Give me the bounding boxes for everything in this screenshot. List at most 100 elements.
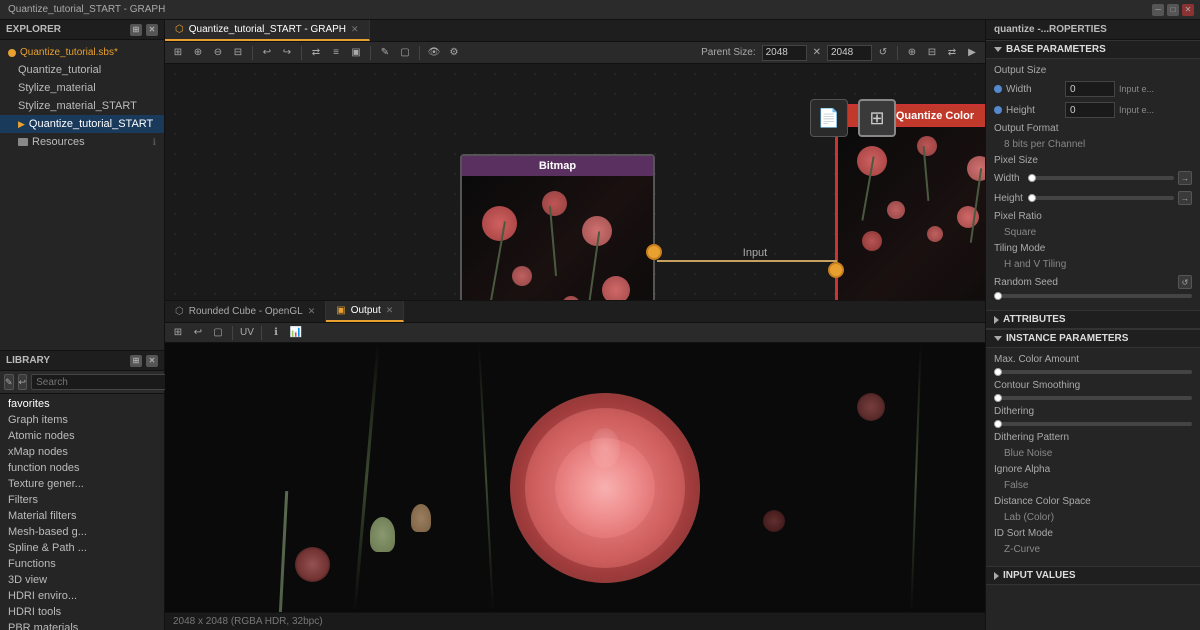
bt-btn2[interactable]: ↩ — [189, 324, 207, 342]
explorer-icon-2[interactable]: ✕ — [146, 24, 158, 36]
toolbar-align[interactable]: ≡ — [327, 44, 345, 62]
toolbar-settings[interactable]: ⚙ — [445, 44, 463, 62]
tab-rounded-cube[interactable]: ⬡ Rounded Cube - OpenGL ✕ — [165, 301, 326, 322]
explorer-item-0[interactable]: Quantize_tutorial.sbs* — [0, 44, 164, 61]
toolbar-refresh[interactable]: ↺ — [874, 44, 892, 62]
maximize-btn[interactable]: □ — [1167, 4, 1179, 16]
explorer-item-4[interactable]: ▶ Quantize_tutorial_START — [0, 115, 164, 133]
library-search[interactable] — [31, 374, 173, 390]
px-width-track[interactable] — [1028, 176, 1174, 180]
toolbar-fit[interactable]: ⊟ — [229, 44, 247, 62]
graph-canvas[interactable]: Input Bitmap — [165, 64, 985, 300]
explorer-item-1[interactable]: Quantize_tutorial — [0, 61, 164, 79]
contour-smooth-thumb[interactable] — [994, 394, 1002, 402]
tab-output[interactable]: ▣ Output ✕ — [326, 301, 404, 322]
max-color-thumb[interactable] — [994, 368, 1002, 376]
explorer-item-5[interactable]: Resources ℹ — [0, 133, 164, 151]
bt-btn1[interactable]: ⊞ — [169, 324, 187, 342]
bt-info[interactable]: ℹ — [267, 324, 285, 342]
toolbar-extra[interactable]: ▶ — [963, 44, 981, 62]
ignore-alpha-value: False — [994, 480, 1028, 491]
graph-tab-close[interactable]: ✕ — [351, 24, 359, 35]
dithering-track[interactable] — [994, 422, 1192, 426]
bitmap-output-connector[interactable] — [646, 244, 662, 260]
toolbar-view[interactable]: 👁 — [425, 44, 443, 62]
lib-item-hdri-env[interactable]: HDRI enviro... — [0, 588, 164, 604]
minimize-btn[interactable]: ─ — [1152, 4, 1164, 16]
cube-icon: ⬡ — [175, 306, 184, 317]
parent-size-height[interactable] — [827, 45, 872, 61]
lib-item-xmap[interactable]: xMap nodes — [0, 444, 164, 460]
top-menubar: Quantize_tutorial_START - GRAPH ─ □ ✕ — [0, 0, 1200, 20]
lib-item-hdri-tools[interactable]: HDRI tools — [0, 604, 164, 620]
grid-icon[interactable]: ⊞ — [858, 99, 896, 137]
lib-item-atomic[interactable]: Atomic nodes — [0, 428, 164, 444]
library-icon-2[interactable]: ✕ — [146, 355, 158, 367]
px-height-right-btn[interactable]: → — [1178, 191, 1192, 205]
px-height-thumb[interactable] — [1028, 194, 1036, 202]
bt-chart[interactable]: 📊 — [287, 324, 305, 342]
flower-2 — [542, 191, 567, 216]
graph-tab[interactable]: ⬡ Quantize_tutorial_START - GRAPH ✕ — [165, 20, 370, 41]
parent-size-width[interactable] — [762, 45, 807, 61]
output-tab-close[interactable]: ✕ — [386, 305, 394, 316]
toolbar-redo[interactable]: ↪ — [278, 44, 296, 62]
lib-item-material[interactable]: Material filters — [0, 508, 164, 524]
toolbar-info2[interactable]: ⊟ — [923, 44, 941, 62]
height-input[interactable] — [1065, 102, 1115, 118]
lib-btn-2[interactable]: ↩ — [18, 374, 28, 390]
toolbar-zoom-in[interactable]: ⊕ — [189, 44, 207, 62]
toolbar-undo[interactable]: ↩ — [258, 44, 276, 62]
lib-item-function[interactable]: function nodes — [0, 460, 164, 476]
toolbar-grid[interactable]: ⊞ — [169, 44, 187, 62]
explorer-item-3[interactable]: Stylize_material_START — [0, 97, 164, 115]
toolbar-comment[interactable]: ✎ — [376, 44, 394, 62]
random-seed-track[interactable] — [994, 294, 1192, 298]
bt-btn3[interactable]: ▢ — [209, 324, 227, 342]
info-icon[interactable]: ℹ — [153, 137, 156, 148]
explorer-item-2[interactable]: Stylize_material — [0, 79, 164, 97]
section-attributes[interactable]: ATTRIBUTES — [986, 310, 1200, 329]
lib-item-favorites[interactable]: favorites — [0, 396, 164, 412]
lib-item-pbr[interactable]: PBR materials — [0, 620, 164, 630]
px-width-thumb[interactable] — [1028, 174, 1036, 182]
doc-icon[interactable]: 📄 — [810, 99, 848, 137]
section-input-values[interactable]: INPUT VALUES — [986, 566, 1200, 585]
random-seed-row: Random Seed ↺ — [994, 275, 1192, 289]
dist-color-val-row: Lab (Color) — [994, 512, 1192, 523]
sep2 — [301, 46, 302, 60]
quantize-input-connector[interactable] — [828, 262, 844, 278]
lib-item-3dview[interactable]: 3D view — [0, 572, 164, 588]
width-input[interactable] — [1065, 81, 1115, 97]
close-btn[interactable]: ✕ — [1182, 4, 1194, 16]
bt-uv[interactable]: UV — [238, 324, 256, 342]
contour-smooth-track[interactable] — [994, 396, 1192, 400]
random-seed-thumb[interactable] — [994, 292, 1002, 300]
toolbar-frame[interactable]: ▢ — [396, 44, 414, 62]
lib-item-graph[interactable]: Graph items — [0, 412, 164, 428]
toolbar-link[interactable]: ⇄ — [307, 44, 325, 62]
max-color-track[interactable] — [994, 370, 1192, 374]
section-instance-params[interactable]: INSTANCE PARAMETERS — [986, 329, 1200, 348]
pixel-ratio-val-row: Square — [994, 227, 1192, 238]
toolbar-arrows[interactable]: ⇄ — [943, 44, 961, 62]
cube-tab-close[interactable]: ✕ — [308, 306, 316, 317]
px-width-right-btn[interactable]: → — [1178, 171, 1192, 185]
toolbar-zoom-out[interactable]: ⊖ — [209, 44, 227, 62]
lib-item-filters[interactable]: Filters — [0, 492, 164, 508]
lib-item-mesh[interactable]: Mesh-based g... — [0, 524, 164, 540]
library-icon-1[interactable]: ⊞ — [130, 355, 142, 367]
toolbar-info1[interactable]: ⊕ — [903, 44, 921, 62]
explorer-icon-1[interactable]: ⊞ — [130, 24, 142, 36]
px-height-track[interactable] — [1028, 196, 1174, 200]
section-base-params[interactable]: BASE PARAMETERS — [986, 40, 1200, 59]
dithering-thumb[interactable] — [994, 420, 1002, 428]
toolbar-group[interactable]: ▣ — [347, 44, 365, 62]
lib-item-functions[interactable]: Functions — [0, 556, 164, 572]
lib-btn-1[interactable]: ✎ — [4, 374, 14, 390]
random-seed-icon[interactable]: ↺ — [1178, 275, 1192, 289]
sep5 — [897, 46, 898, 60]
node-bitmap[interactable]: Bitmap — [460, 154, 655, 300]
lib-item-spline[interactable]: Spline & Path ... — [0, 540, 164, 556]
lib-item-texture[interactable]: Texture gener... — [0, 476, 164, 492]
